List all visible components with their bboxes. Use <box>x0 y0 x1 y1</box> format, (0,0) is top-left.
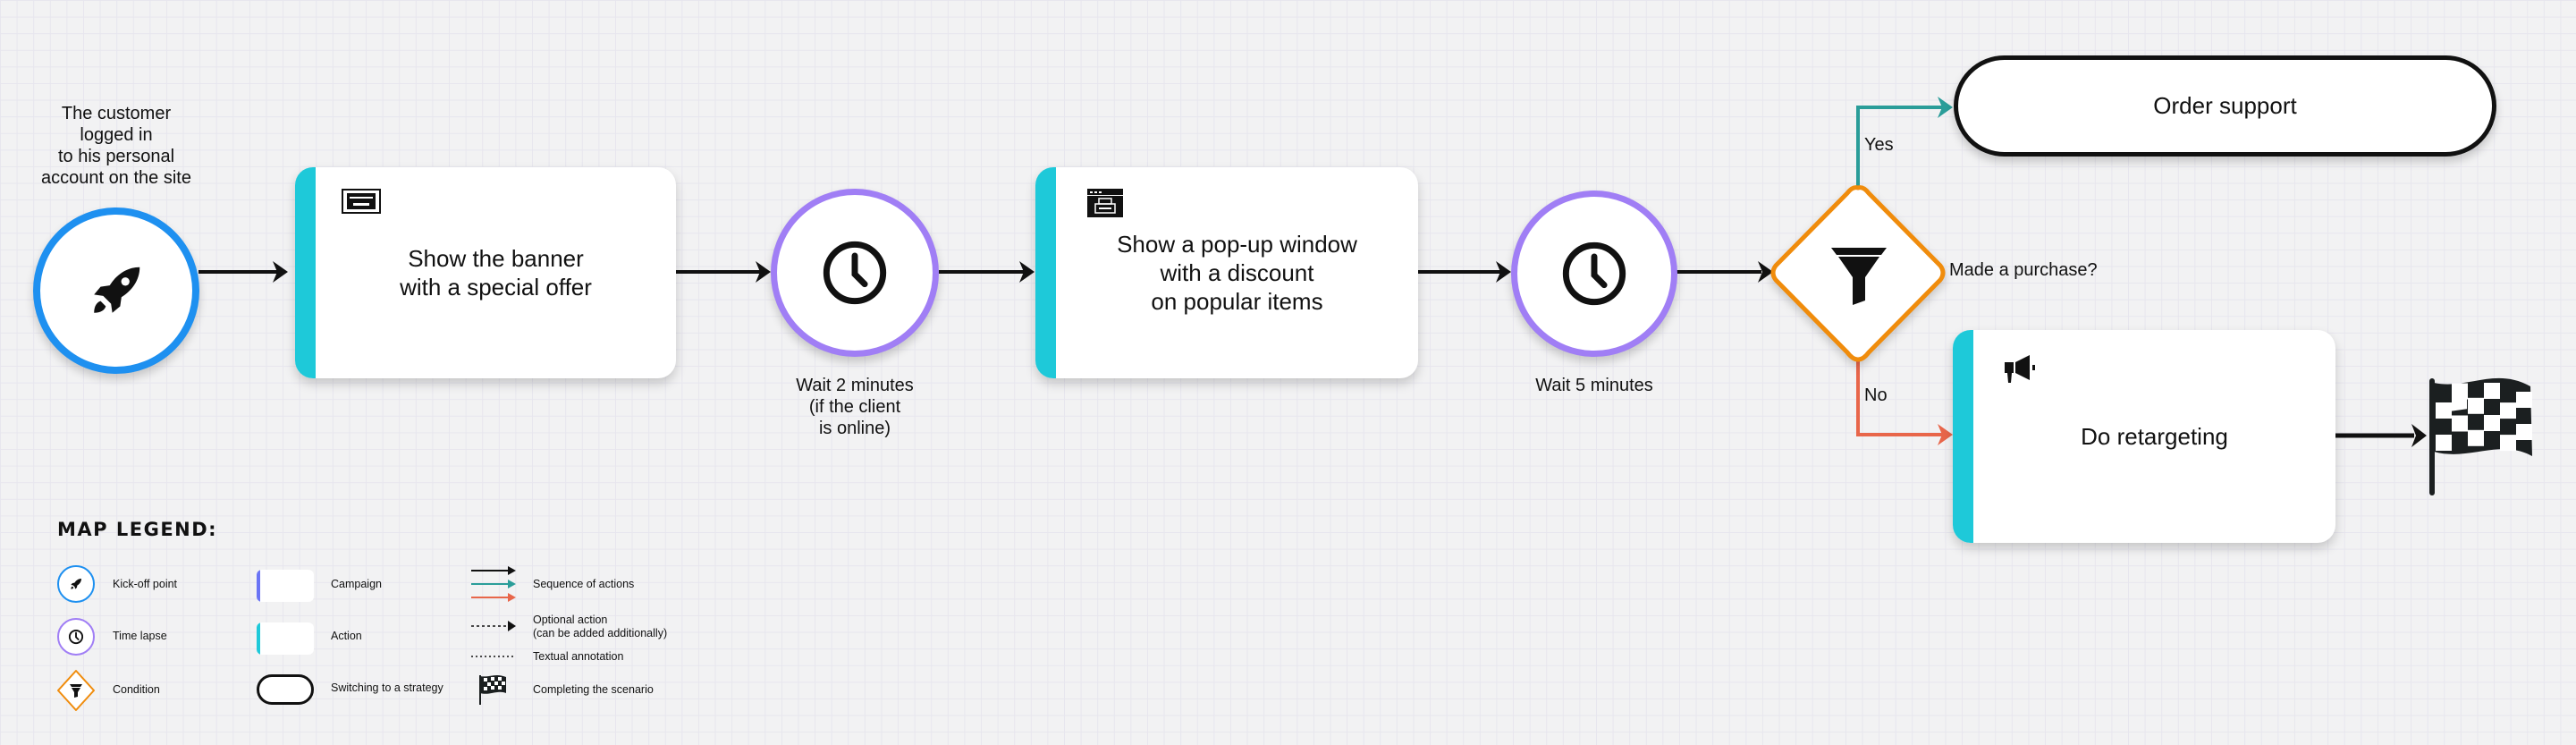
kickoff-label: The customer logged in to his personal a… <box>41 104 191 188</box>
flag-check <box>2516 392 2532 408</box>
checkered-flag-icon[interactable] <box>2429 377 2532 495</box>
flag-check <box>2500 435 2516 452</box>
action-card-text: Do retargeting <box>2081 423 2228 450</box>
rocket-icon <box>71 579 81 589</box>
legend-label: Time lapse <box>113 630 167 642</box>
flag-check <box>2436 435 2452 451</box>
action-card-retarget[interactable]: Do retargeting <box>1953 330 2335 543</box>
action-card-text: Show a pop-up window with a discount on … <box>1117 231 1357 315</box>
legend-action-card <box>257 622 314 655</box>
legend-checkered-flag <box>479 674 506 705</box>
legend-label: Action <box>331 630 362 642</box>
flag-check <box>2484 414 2500 431</box>
flag-check <box>2452 383 2468 400</box>
legend-label: Optional action (can be added additional… <box>533 614 668 639</box>
legend-title: MAP LEGEND: <box>57 519 218 540</box>
legend-campaign-card <box>257 570 314 602</box>
legend-time-lapse-circle <box>57 618 95 656</box>
legend-kickoff-circle <box>57 565 95 603</box>
action-card-popup[interactable]: Show a pop-up window with a discount on … <box>1035 167 1418 378</box>
clock-icon <box>1562 241 1626 306</box>
no-branch-label: No <box>1864 385 1888 405</box>
condition-node[interactable] <box>1770 185 1946 362</box>
flag-check <box>2468 429 2484 446</box>
legend-label: Completing the scenario <box>533 683 654 696</box>
legend-label: Campaign <box>331 578 382 590</box>
clock-icon <box>68 629 84 645</box>
flag-check <box>2452 415 2468 432</box>
wait-2-label: Wait 5 minutes <box>1535 376 1653 395</box>
flag-check <box>2500 402 2516 419</box>
clock-icon <box>823 241 887 305</box>
wait-1-label: Wait 2 minutes (if the client is online) <box>796 376 914 438</box>
legend-label: Textual annotation <box>533 650 624 663</box>
action-card-banner[interactable]: Show the banner with a special offer <box>295 167 676 378</box>
action-card-text: Show the banner with a special offer <box>400 245 592 301</box>
flag-check <box>2516 424 2532 440</box>
action-accent <box>1035 167 1056 378</box>
legend-arrows <box>471 566 516 657</box>
strategy-text: Order support <box>2153 92 2297 119</box>
strategy-pill-order-support[interactable]: Order support <box>1954 55 2496 157</box>
yes-branch-label: Yes <box>1864 135 1894 155</box>
legend-label: Sequence of actions <box>533 578 635 590</box>
legend-condition-diamond <box>57 670 95 711</box>
action-accent <box>1953 330 1973 543</box>
kickoff-node[interactable] <box>33 207 199 374</box>
condition-label: Made a purchase? <box>1949 260 2098 280</box>
legend-strategy-pill <box>257 674 314 705</box>
flag-check <box>2436 402 2452 419</box>
flag-check <box>2468 397 2484 414</box>
legend-label: Condition <box>113 683 160 696</box>
time-lapse-node-1[interactable] <box>771 189 939 357</box>
action-accent <box>295 167 316 378</box>
time-lapse-node-2[interactable] <box>1511 190 1677 357</box>
legend-label: Switching to a strategy <box>331 682 443 694</box>
rocket-icon <box>94 267 140 313</box>
legend-label: Kick-off point <box>113 578 178 590</box>
flag-check <box>2484 382 2500 399</box>
